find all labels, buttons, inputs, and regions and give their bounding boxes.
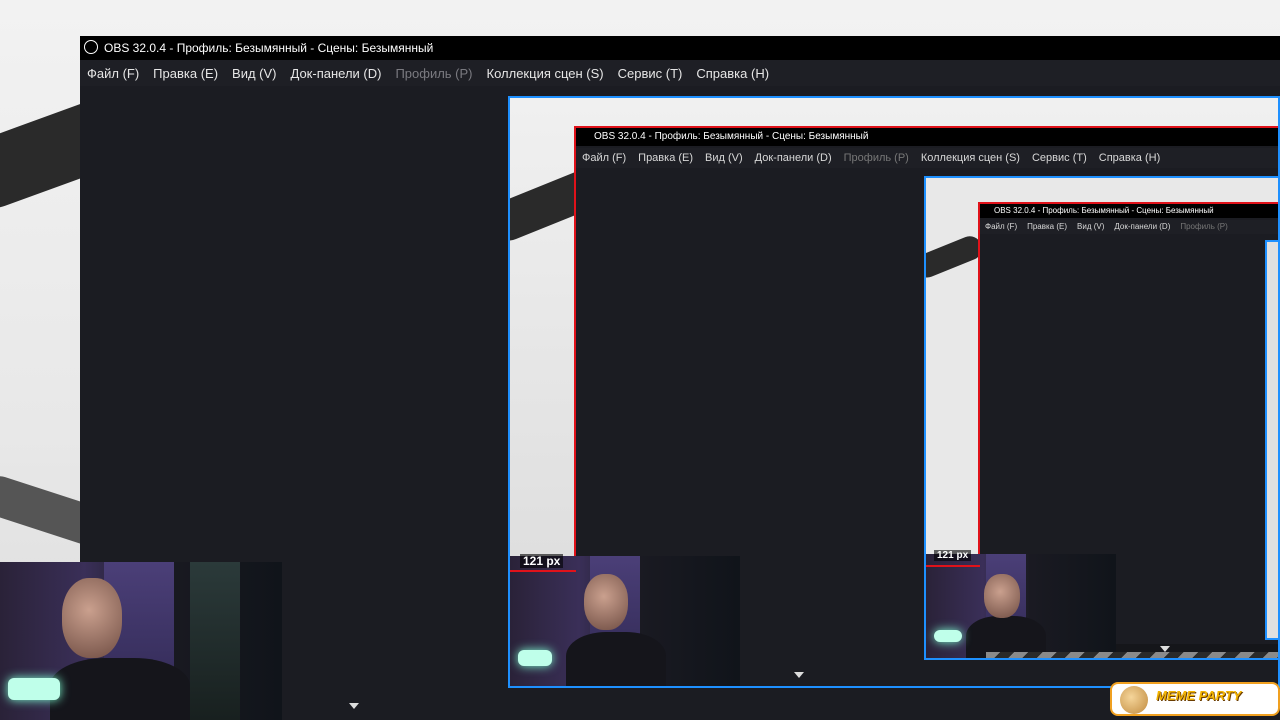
menu-view[interactable]: Вид (V) — [225, 66, 283, 81]
preview-canvas[interactable]: OBS 32.0.4 - Профиль: Безымянный - Сцены… — [508, 96, 1280, 688]
preview-dropdown-arrow[interactable] — [794, 672, 804, 678]
nested-preview-canvas: OBS 32.0.4 - Профиль: Безымянный - Сцены… — [924, 176, 1278, 660]
nested-menu-item: Справка (H) — [1098, 152, 1161, 164]
meme-party-badge: MEME PARTY — [1110, 682, 1280, 716]
nested-menu-item-3: Профиль (P) — [1180, 222, 1228, 231]
meme-party-text: MEME PARTY — [1156, 688, 1242, 703]
nested-webcam-3 — [926, 554, 1116, 658]
nested-window-title: OBS 32.0.4 - Профиль: Безымянный - Сцены… — [594, 131, 869, 142]
nested-menu-item: Вид (V) — [705, 152, 743, 164]
nested-menu-item: Файл (F) — [582, 152, 627, 164]
nested-window-title-3: OBS 32.0.4 - Профиль: Безымянный - Сцены… — [994, 206, 1214, 215]
window-title: OBS 32.0.4 - Профиль: Безымянный - Сцены… — [104, 41, 434, 55]
nested-dropdown-arrow — [1160, 646, 1170, 652]
title-bar[interactable]: OBS 32.0.4 - Профиль: Безымянный - Сцены… — [80, 36, 1280, 60]
nested-menu-item-3: Док-панели (D) — [1114, 222, 1171, 231]
measure-label-2: 121 px — [934, 550, 972, 561]
menu-help[interactable]: Справка (H) — [689, 66, 776, 81]
menu-file[interactable]: Файл (F) — [80, 66, 146, 81]
nested-menu-item: Док-панели (D) — [754, 152, 832, 164]
menu-list: Файл (F) Правка (E) Вид (V) Док-панели (… — [80, 60, 1280, 86]
measure-line — [510, 570, 576, 572]
webcam-overlay — [0, 562, 282, 720]
menu-docks[interactable]: Док-панели (D) — [284, 66, 389, 81]
menu-profile: Профиль (P) — [395, 65, 473, 81]
nested-stripes — [986, 652, 1278, 658]
obs-logo-icon — [84, 40, 98, 54]
menu-bar: Файл (F) Правка (E) Вид (V) Док-панели (… — [80, 60, 1280, 86]
nested-menu-item-3: Правка (E) — [1027, 222, 1068, 231]
nested-menu-item-3: Вид (V) — [1077, 222, 1105, 231]
nested-menu-item: Сервис (T) — [1031, 152, 1087, 164]
measure-label: 121 px — [520, 554, 564, 568]
nested-title-bar-3: OBS 32.0.4 - Профиль: Безымянный - Сцены… — [980, 204, 1278, 218]
nested-menu-bar: Файл (F) Правка (E) Вид (V) Док-панели (… — [576, 148, 1278, 168]
menu-tools[interactable]: Сервис (T) — [611, 66, 690, 81]
nested-menu-item: Коллекция сцен (S) — [920, 152, 1020, 164]
menu-scene-collection[interactable]: Коллекция сцен (S) — [480, 66, 611, 81]
nested-menu-item: Правка (E) — [638, 152, 694, 164]
nested-menu-bar-3: Файл (F) Правка (E) Вид (V) Док-панели (… — [980, 220, 1278, 234]
nested-title-bar: OBS 32.0.4 - Профиль: Безымянный - Сцены… — [576, 128, 1278, 146]
measure-line-2 — [926, 565, 980, 567]
dock-dropdown-arrow[interactable] — [349, 703, 359, 709]
person-body — [50, 658, 190, 720]
menu-edit[interactable]: Правка (E) — [146, 66, 225, 81]
nested-preview-tube — [926, 232, 986, 282]
person-head — [62, 578, 122, 658]
preview-webcam — [510, 556, 740, 686]
nested-menu-item-3: Файл (F) — [985, 222, 1018, 231]
desk-lamp — [8, 678, 60, 700]
doge-icon — [1120, 686, 1148, 714]
nested-preview-4 — [1265, 240, 1278, 640]
nested-menu-item: Профиль (P) — [843, 152, 909, 164]
